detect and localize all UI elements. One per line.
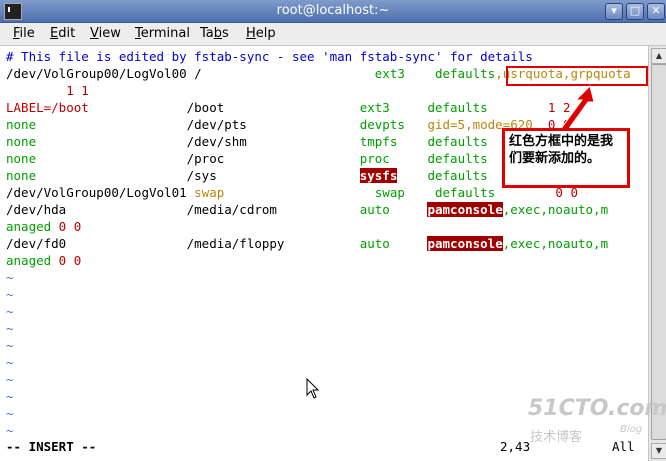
title-bar: root@localhost:~ ▾ □ ✕ bbox=[0, 0, 666, 23]
watermark-logo: 51CTO.com 技术博客 Blog bbox=[528, 396, 666, 445]
scrollbar-thumb[interactable] bbox=[651, 64, 666, 440]
vim-mode-indicator: -- INSERT -- bbox=[6, 439, 97, 454]
tilde-line: ~ bbox=[6, 304, 14, 319]
tilde-line: ~ bbox=[6, 372, 14, 387]
tilde-line: ~ bbox=[6, 321, 14, 336]
window-title: root@localhost:~ bbox=[276, 3, 390, 18]
menu-tabs[interactable]: Tabs bbox=[200, 26, 229, 41]
menu-terminal[interactable]: Terminal bbox=[135, 26, 190, 41]
editor-line: /dev/VolGroup00/LogVol01 swap swap defau… bbox=[6, 185, 579, 200]
editor-line: # This file is edited by fstab-sync - se… bbox=[6, 49, 533, 64]
minimize-button[interactable]: ▾ bbox=[605, 3, 623, 20]
editor-line: none /dev/shm tmpfs defaults 0 0 bbox=[6, 134, 570, 149]
editor-line: 1 1 bbox=[6, 83, 89, 98]
annotation-callout: 红色方框中的是我们要新添加的。 bbox=[502, 128, 630, 188]
editor-line: anaged 0 0 bbox=[6, 219, 82, 234]
menu-edit[interactable]: Edit bbox=[50, 26, 75, 41]
maximize-button[interactable]: □ bbox=[626, 3, 644, 20]
tilde-line: ~ bbox=[6, 389, 14, 404]
tilde-line: ~ bbox=[6, 355, 14, 370]
editor-line: anaged 0 0 bbox=[6, 253, 82, 268]
editor-line: none /sys sysfs defaults 0 0 bbox=[6, 168, 570, 183]
tilde-line: ~ bbox=[6, 423, 14, 438]
tilde-line: ~ bbox=[6, 270, 14, 285]
tilde-line: ~ bbox=[6, 287, 14, 302]
menu-view[interactable]: View bbox=[90, 26, 121, 41]
annotation-arrow-icon bbox=[559, 85, 595, 131]
editor-line: /dev/hda /media/cdrom auto pamconsole,ex… bbox=[6, 202, 609, 217]
editor-line: none /proc proc defaults 0 0 bbox=[6, 151, 570, 166]
tilde-line: ~ bbox=[6, 406, 14, 421]
highlight-box bbox=[506, 66, 648, 86]
scroll-down-arrow-icon[interactable]: ▼ bbox=[651, 443, 666, 459]
mouse-pointer-icon bbox=[306, 378, 320, 399]
editor-line: /dev/fd0 /media/floppy auto pamconsole,e… bbox=[6, 236, 609, 251]
editor-line: none /dev/pts devpts gid=5,mode=620 0 0 bbox=[6, 117, 571, 132]
menu-help[interactable]: Help bbox=[246, 26, 276, 41]
menu-bar: File Edit View Terminal Tabs Help bbox=[0, 23, 666, 46]
menu-file[interactable]: File bbox=[13, 26, 35, 41]
tilde-line: ~ bbox=[6, 338, 14, 353]
editor-line: LABEL=/boot /boot ext3 defaults 1 2 bbox=[6, 100, 571, 115]
close-button[interactable]: ✕ bbox=[647, 3, 665, 20]
scroll-up-arrow-icon[interactable]: ▲ bbox=[651, 48, 666, 64]
